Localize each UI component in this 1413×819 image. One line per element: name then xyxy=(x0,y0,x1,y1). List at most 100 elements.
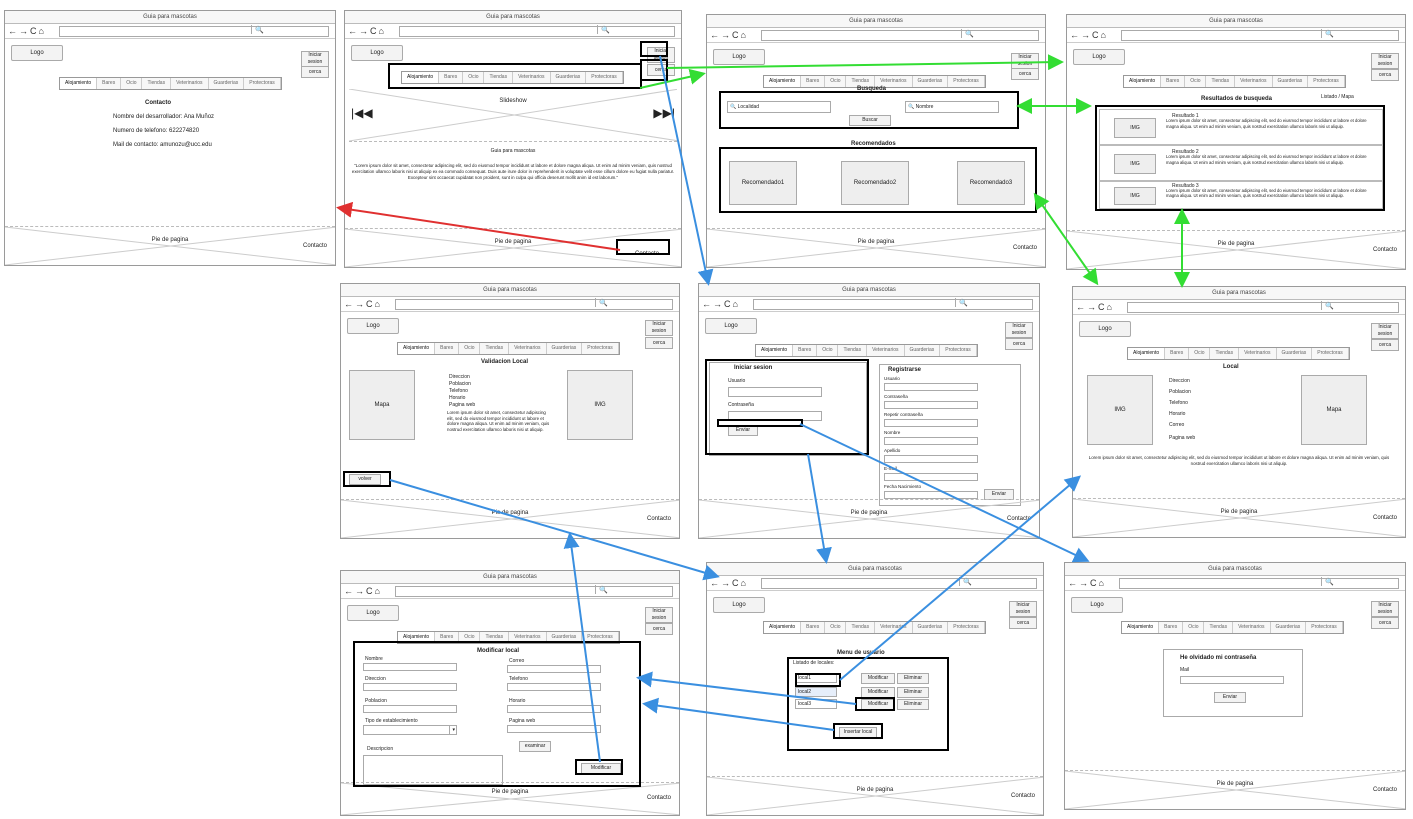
contact-link[interactable]: Contacto xyxy=(1007,516,1031,522)
logo[interactable]: Logo xyxy=(351,45,403,61)
search-icon[interactable]: 🔍 xyxy=(1321,577,1395,586)
tab[interactable]: Veterinarios xyxy=(1239,348,1277,359)
category-tabs[interactable]: Alojamiento Bares Ocio Tiendas Veterinarios G… xyxy=(1121,621,1344,634)
search-icon[interactable]: 🔍 xyxy=(959,577,1033,586)
next-icon[interactable]: ▶▶| xyxy=(653,107,675,119)
category-tabs[interactable]: Alojamiento Bares Ocio Tiendas Veterinarios G… xyxy=(1123,75,1346,88)
tab[interactable]: Guarderias xyxy=(1270,622,1307,633)
login-button[interactable]: Iniciar sesion xyxy=(1371,601,1399,617)
examinar-button[interactable]: examinar xyxy=(519,741,551,752)
cerca-button[interactable]: cerca xyxy=(1005,338,1033,350)
tab[interactable]: Guarderias xyxy=(550,72,587,83)
tab[interactable]: Guarderias xyxy=(904,345,941,356)
contact-link[interactable]: Contacto xyxy=(1373,787,1397,793)
tab[interactable]: Tiendas xyxy=(1206,76,1236,87)
nav-icons[interactable]: ←→C⌂ xyxy=(344,584,382,598)
category-tabs[interactable]: Alojamiento Bares Ocio Tiendas Veterinarios G… xyxy=(755,344,978,357)
usuario-input[interactable] xyxy=(728,387,822,397)
tab[interactable]: Guarderias xyxy=(208,78,245,89)
tab[interactable]: Veterinarios xyxy=(1235,76,1273,87)
cerca-button[interactable]: cerca xyxy=(1009,617,1037,629)
recommended-2[interactable]: Recomendado2 xyxy=(841,161,909,205)
login-button[interactable]: Iniciar sesion xyxy=(1371,53,1399,69)
tab[interactable]: Tiendas xyxy=(484,72,514,83)
poblacion-input[interactable] xyxy=(363,705,457,713)
tab[interactable]: Ocio xyxy=(463,72,485,83)
tab[interactable]: Protectoras xyxy=(1308,76,1345,87)
url-bar[interactable]: 🔍 xyxy=(395,298,673,310)
tab[interactable]: Ocio xyxy=(1189,348,1211,359)
eliminar-button[interactable]: Eliminar xyxy=(897,687,929,698)
url-bar[interactable]: 🔍 xyxy=(1127,301,1399,313)
url-bar[interactable]: 🔍 xyxy=(761,577,1037,589)
category-tabs[interactable]: Alojamiento Bares Ocio Tiendas Veterinarios G… xyxy=(401,71,624,84)
tab[interactable]: Bares xyxy=(793,345,818,356)
nombre-input[interactable] xyxy=(363,663,457,671)
modificar-button[interactable]: Modificar xyxy=(861,687,895,698)
category-tabs[interactable]: Alojamiento Bares Ocio Tiendas Veterinarios G… xyxy=(397,342,620,355)
login-button[interactable]: Iniciar sesion xyxy=(1371,323,1399,339)
reg-input[interactable] xyxy=(884,473,978,481)
url-bar[interactable]: 🔍 xyxy=(753,298,1033,310)
tab[interactable]: Tiendas xyxy=(142,78,172,89)
tab[interactable]: Protectoras xyxy=(948,622,985,633)
tab[interactable]: Bares xyxy=(1161,76,1186,87)
tab[interactable]: Protectoras xyxy=(582,632,619,643)
tab[interactable]: Guarderias xyxy=(546,343,583,354)
reg-input[interactable] xyxy=(884,383,978,391)
url-bar[interactable]: 🔍 xyxy=(761,29,1039,41)
password-input[interactable] xyxy=(728,411,822,421)
cerca-button[interactable]: cerca xyxy=(1371,339,1399,351)
tab[interactable]: Ocio xyxy=(121,78,143,89)
horario-input[interactable] xyxy=(507,705,601,713)
nav-icons[interactable]: ←→C⌂ xyxy=(344,297,382,311)
tab[interactable]: Veterinarios xyxy=(509,343,547,354)
login-button[interactable]: Iniciar sesion xyxy=(301,51,329,67)
tab[interactable]: Guarderias xyxy=(1272,76,1309,87)
logo[interactable]: Logo xyxy=(1079,321,1131,337)
tab[interactable]: Tiendas xyxy=(846,622,876,633)
tab[interactable]: Veterinarios xyxy=(509,632,547,643)
modificar-button[interactable]: Modificar xyxy=(581,763,621,774)
login-button[interactable]: Iniciar sesion xyxy=(647,47,675,63)
tab[interactable]: Tiendas xyxy=(480,343,510,354)
contact-link[interactable]: Contacto xyxy=(635,251,659,257)
tab[interactable]: Tiendas xyxy=(1210,348,1240,359)
local-item[interactable]: local3 xyxy=(795,699,837,709)
nombre-input[interactable]: 🔍 Nombre xyxy=(905,101,999,113)
url-bar[interactable]: 🔍 xyxy=(395,585,673,597)
tab[interactable]: Ocio xyxy=(825,76,847,87)
tab[interactable]: Veterinarios xyxy=(513,72,551,83)
modificar-button[interactable]: Modificar xyxy=(861,673,895,684)
nav-icons[interactable]: ←→C⌂ xyxy=(702,297,740,311)
reg-input[interactable] xyxy=(884,401,978,409)
telefono-input[interactable] xyxy=(507,683,601,691)
login-button[interactable]: Iniciar sesion xyxy=(1005,322,1033,338)
prev-icon[interactable]: |◀◀ xyxy=(351,107,373,119)
cerca-button[interactable]: cerca xyxy=(645,337,673,349)
nav-icons[interactable]: ←→C⌂ xyxy=(710,28,748,42)
contact-link[interactable]: Contacto xyxy=(1013,245,1037,251)
url-bar[interactable]: 🔍 xyxy=(1121,29,1399,41)
tab[interactable]: Alojamiento xyxy=(398,632,436,643)
tab[interactable]: Alojamiento xyxy=(764,76,802,87)
back-button[interactable]: volver xyxy=(349,474,381,485)
login-button[interactable]: Iniciar sesion xyxy=(1009,601,1037,617)
tab[interactable]: Bares xyxy=(435,632,460,643)
tab[interactable]: Tiendas xyxy=(838,345,868,356)
tab[interactable]: Alojamiento xyxy=(402,72,440,83)
tab[interactable]: Ocio xyxy=(825,622,847,633)
url-bar[interactable]: 🔍 xyxy=(1119,577,1399,589)
tab[interactable]: Alojamiento xyxy=(764,622,802,633)
login-button[interactable]: Iniciar sesion xyxy=(1011,53,1039,69)
tab[interactable]: Protectoras xyxy=(940,345,977,356)
logo[interactable]: Logo xyxy=(705,318,757,334)
cerca-button[interactable]: cerca xyxy=(647,64,675,76)
tab[interactable]: Bares xyxy=(801,622,826,633)
logo[interactable]: Logo xyxy=(1071,597,1123,613)
tab[interactable]: Protectoras xyxy=(1306,622,1343,633)
search-icon[interactable]: 🔍 xyxy=(955,298,1029,307)
recommended-1[interactable]: Recomendado1 xyxy=(729,161,797,205)
tab[interactable]: Guarderias xyxy=(912,76,949,87)
search-icon[interactable]: 🔍 xyxy=(1321,301,1395,310)
